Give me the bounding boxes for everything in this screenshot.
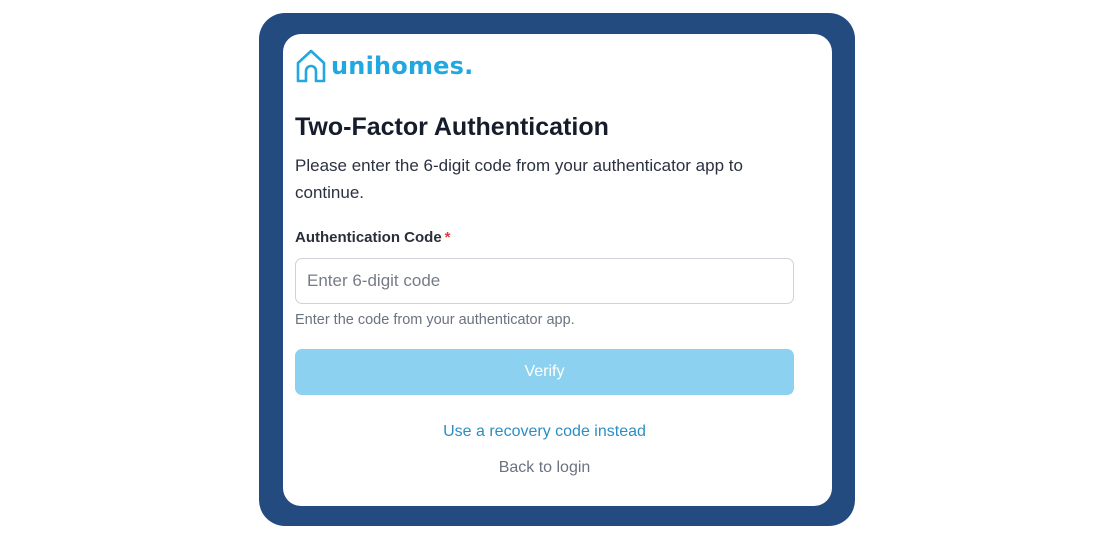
verify-button[interactable]: Verify [295, 349, 794, 395]
page-title: Two-Factor Authentication [295, 113, 609, 141]
card-frame: unihomes. Two-Factor Authentication Plea… [259, 13, 855, 526]
auth-code-label-text: Authentication Code [295, 229, 442, 246]
brand-name: unihomes. [331, 52, 474, 80]
auth-code-helper-text: Enter the code from your authenticator a… [295, 312, 575, 328]
back-to-login-link[interactable]: Back to login [283, 459, 806, 477]
auth-code-label: Authentication Code * [295, 229, 451, 246]
two-factor-card: unihomes. Two-Factor Authentication Plea… [283, 34, 832, 506]
brand-logo: unihomes. [295, 48, 473, 84]
page-subtitle: Please enter the 6-digit code from your … [295, 156, 743, 202]
auth-code-input[interactable] [295, 258, 794, 304]
house-outline-icon [296, 49, 326, 83]
required-marker: * [444, 229, 451, 246]
recovery-code-link[interactable]: Use a recovery code instead [283, 423, 806, 441]
